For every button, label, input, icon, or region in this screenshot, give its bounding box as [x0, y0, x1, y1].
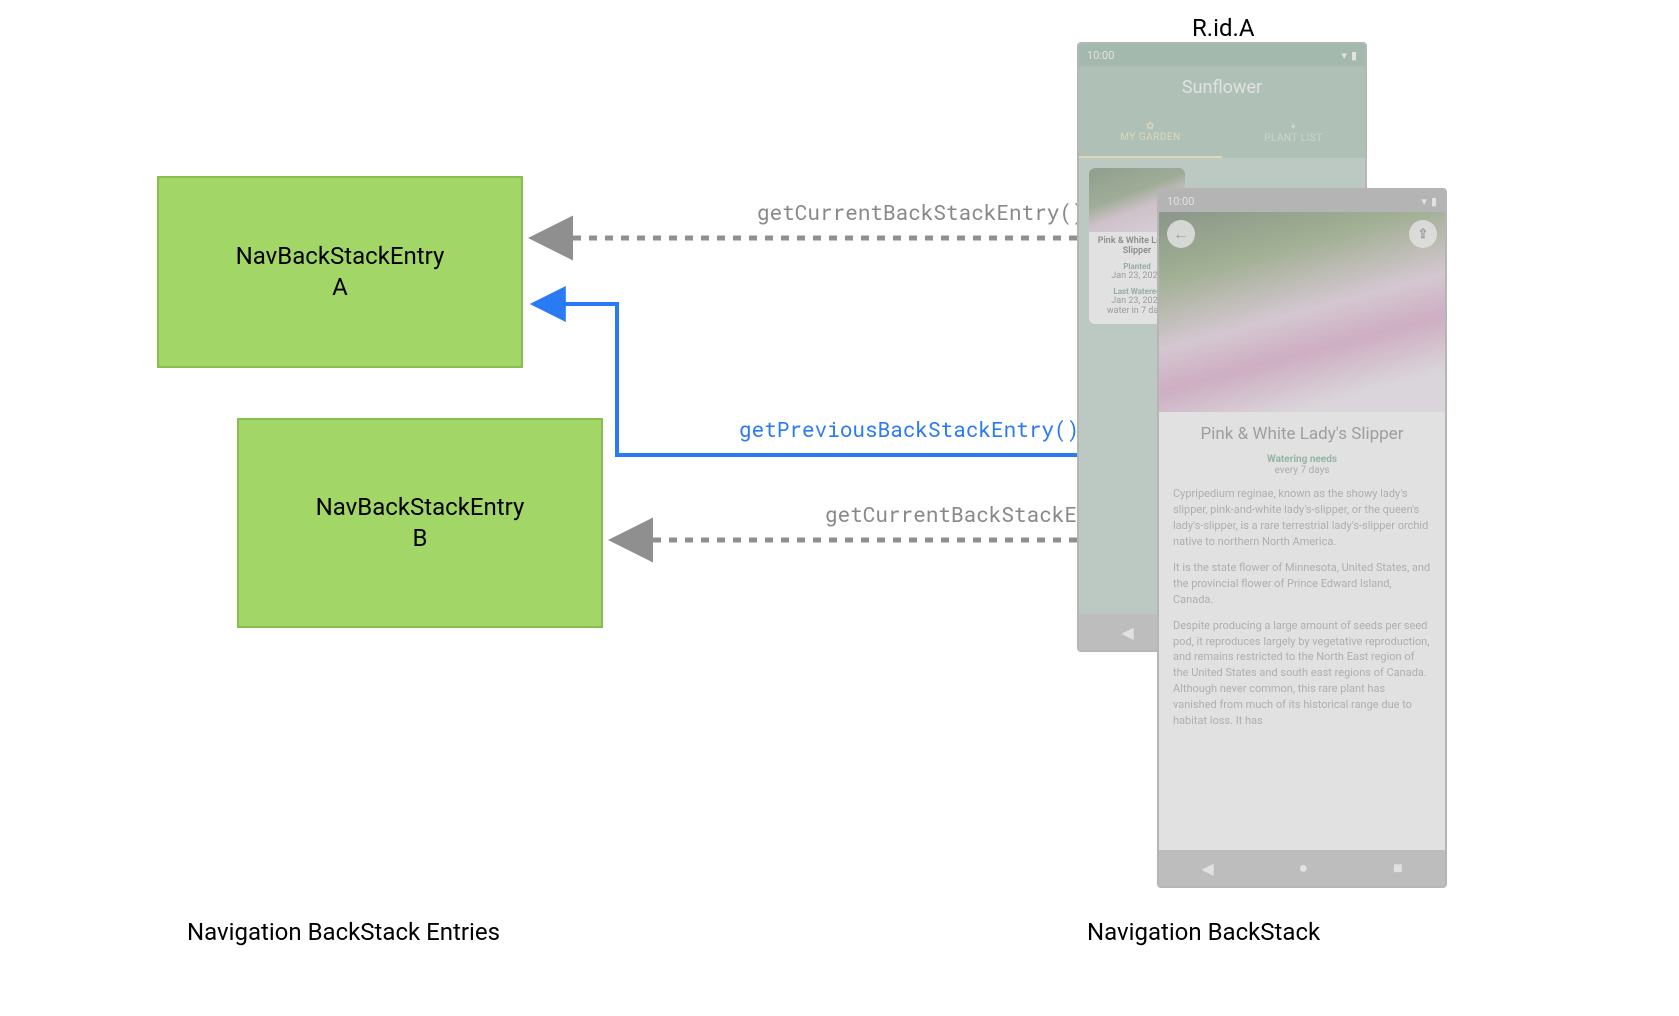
back-arrow-icon: ← [1173, 224, 1189, 244]
nav-home-icon[interactable]: ● [1298, 858, 1308, 878]
nav-entry-b-line1: NavBackStackEntry [316, 492, 525, 523]
nav-back-icon[interactable]: ◀ [1121, 623, 1133, 642]
planted-date: Jan 23, 2020 [1111, 271, 1162, 281]
nav-entry-box-b: NavBackStackEntry B [237, 418, 603, 628]
caption-entries: Navigation BackStack Entries [187, 918, 500, 946]
tab-my-garden-label: MY GARDEN [1120, 132, 1180, 143]
nav-recent-icon[interactable]: ■ [1393, 858, 1403, 878]
nav-entry-a-line2: A [332, 272, 348, 303]
tab-my-garden[interactable]: ✿ MY GARDEN [1079, 108, 1222, 158]
status-icons: ▾▮ [1417, 195, 1437, 208]
watering-needs-label: Watering needs [1173, 454, 1431, 465]
nav-entry-a-line1: NavBackStackEntry [236, 241, 445, 272]
app-title: Sunflower [1079, 66, 1365, 108]
leaf-icon: ✦ [1289, 122, 1298, 133]
watering-needs-value: every 7 days [1173, 465, 1431, 476]
status-bar: 10:00 ▾▮ [1159, 190, 1445, 212]
nav-back-icon[interactable]: ◀ [1201, 859, 1213, 878]
watered-date: Jan 23, 2020 [1111, 296, 1162, 306]
description-para-1: Cypripedium reginae, known as the showy … [1173, 486, 1431, 550]
status-bar: 10:00 ▾▮ [1079, 44, 1365, 66]
tab-plant-list[interactable]: ✦ PLANT LIST [1222, 108, 1365, 158]
diagram-canvas: NavBackStackEntry A NavBackStackEntry B … [107, 0, 1572, 1016]
method-current-a: getCurrentBackStackEntry() [757, 198, 1085, 226]
hero-image: ← ⇪ [1159, 212, 1445, 412]
caption-backstack: Navigation BackStack [1087, 918, 1320, 946]
share-button[interactable]: ⇪ [1409, 220, 1437, 248]
label-rid-a: R.id.A [1192, 14, 1254, 42]
nav-entry-box-a: NavBackStackEntry A [157, 176, 523, 368]
description-para-3: Despite producing a large amount of seed… [1173, 618, 1431, 730]
plant-detail-content: Pink & White Lady's Slipper Watering nee… [1159, 412, 1445, 850]
back-button[interactable]: ← [1167, 220, 1195, 248]
share-icon: ⇪ [1418, 227, 1429, 242]
nav-entry-b-line2: B [413, 523, 428, 554]
phone-mock-b: 10:00 ▾▮ ← ⇪ Pink & White Lady's Slipper… [1157, 188, 1447, 888]
tabs: ✿ MY GARDEN ✦ PLANT LIST [1079, 108, 1365, 158]
method-previous: getPreviousBackStackEntry() [739, 415, 1079, 443]
tab-plant-list-label: PLANT LIST [1264, 133, 1323, 144]
status-icons: ▾▮ [1337, 49, 1357, 62]
plant-title: Pink & White Lady's Slipper [1173, 424, 1431, 444]
android-nav-bar: ◀ ● ■ [1159, 850, 1445, 886]
status-time: 10:00 [1167, 195, 1194, 208]
status-time: 10:00 [1087, 49, 1114, 62]
description-para-2: It is the state flower of Minnesota, Uni… [1173, 560, 1431, 608]
flower-icon: ✿ [1146, 121, 1155, 132]
